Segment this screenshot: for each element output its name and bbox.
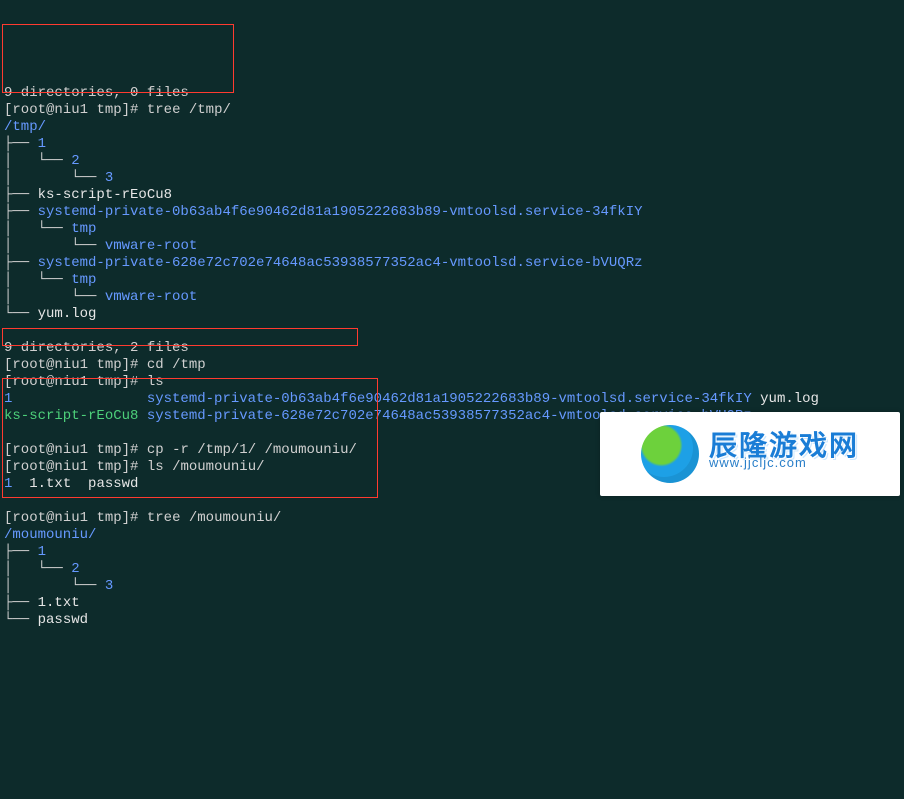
prompt-4: [root@niu1 tmp]#: [4, 442, 138, 458]
watermark: 辰隆游戏网 www.jjcljc.com: [600, 412, 900, 496]
watermark-logo-icon: [641, 425, 699, 483]
cmd-ls-moumouniu: ls /moumouniu/: [147, 459, 265, 475]
tree1-root: /tmp/: [4, 119, 46, 135]
prompt-2: [root@niu1 tmp]#: [4, 357, 138, 373]
tree2-body: ├── 1 │ └── 2 │ └── 3 ├── 1.txt └── pass…: [4, 544, 900, 629]
cut-summary: 9 directories, 0 files: [4, 85, 189, 101]
watermark-title: 辰隆游戏网: [709, 437, 859, 454]
tree1-summary: 9 directories, 2 files: [4, 340, 189, 356]
cmd-tree-moumouniu: tree /moumouniu/: [147, 510, 281, 526]
watermark-url: www.jjcljc.com: [709, 454, 807, 471]
prompt-3: [root@niu1 tmp]#: [4, 374, 138, 390]
cmd-cp-r: cp -r /tmp/1/ /moumouniu/: [147, 442, 357, 458]
tree1-body: ├── 1 │ └── 2 │ └── 3 ├── ks-script-rEoC…: [4, 136, 900, 323]
cmd-cd-tmp: cd /tmp: [147, 357, 206, 373]
prompt-6: [root@niu1 tmp]#: [4, 510, 138, 526]
cmd-ls: ls: [147, 374, 164, 390]
tree2-root: /moumouniu/: [4, 527, 96, 543]
terminal[interactable]: 9 directories, 0 files [root@niu1 tmp]# …: [0, 68, 904, 646]
prompt-5: [root@niu1 tmp]#: [4, 459, 138, 475]
prompt-1: [root@niu1 tmp]#: [4, 102, 138, 118]
cmd-tree-tmp: tree /tmp/: [147, 102, 231, 118]
